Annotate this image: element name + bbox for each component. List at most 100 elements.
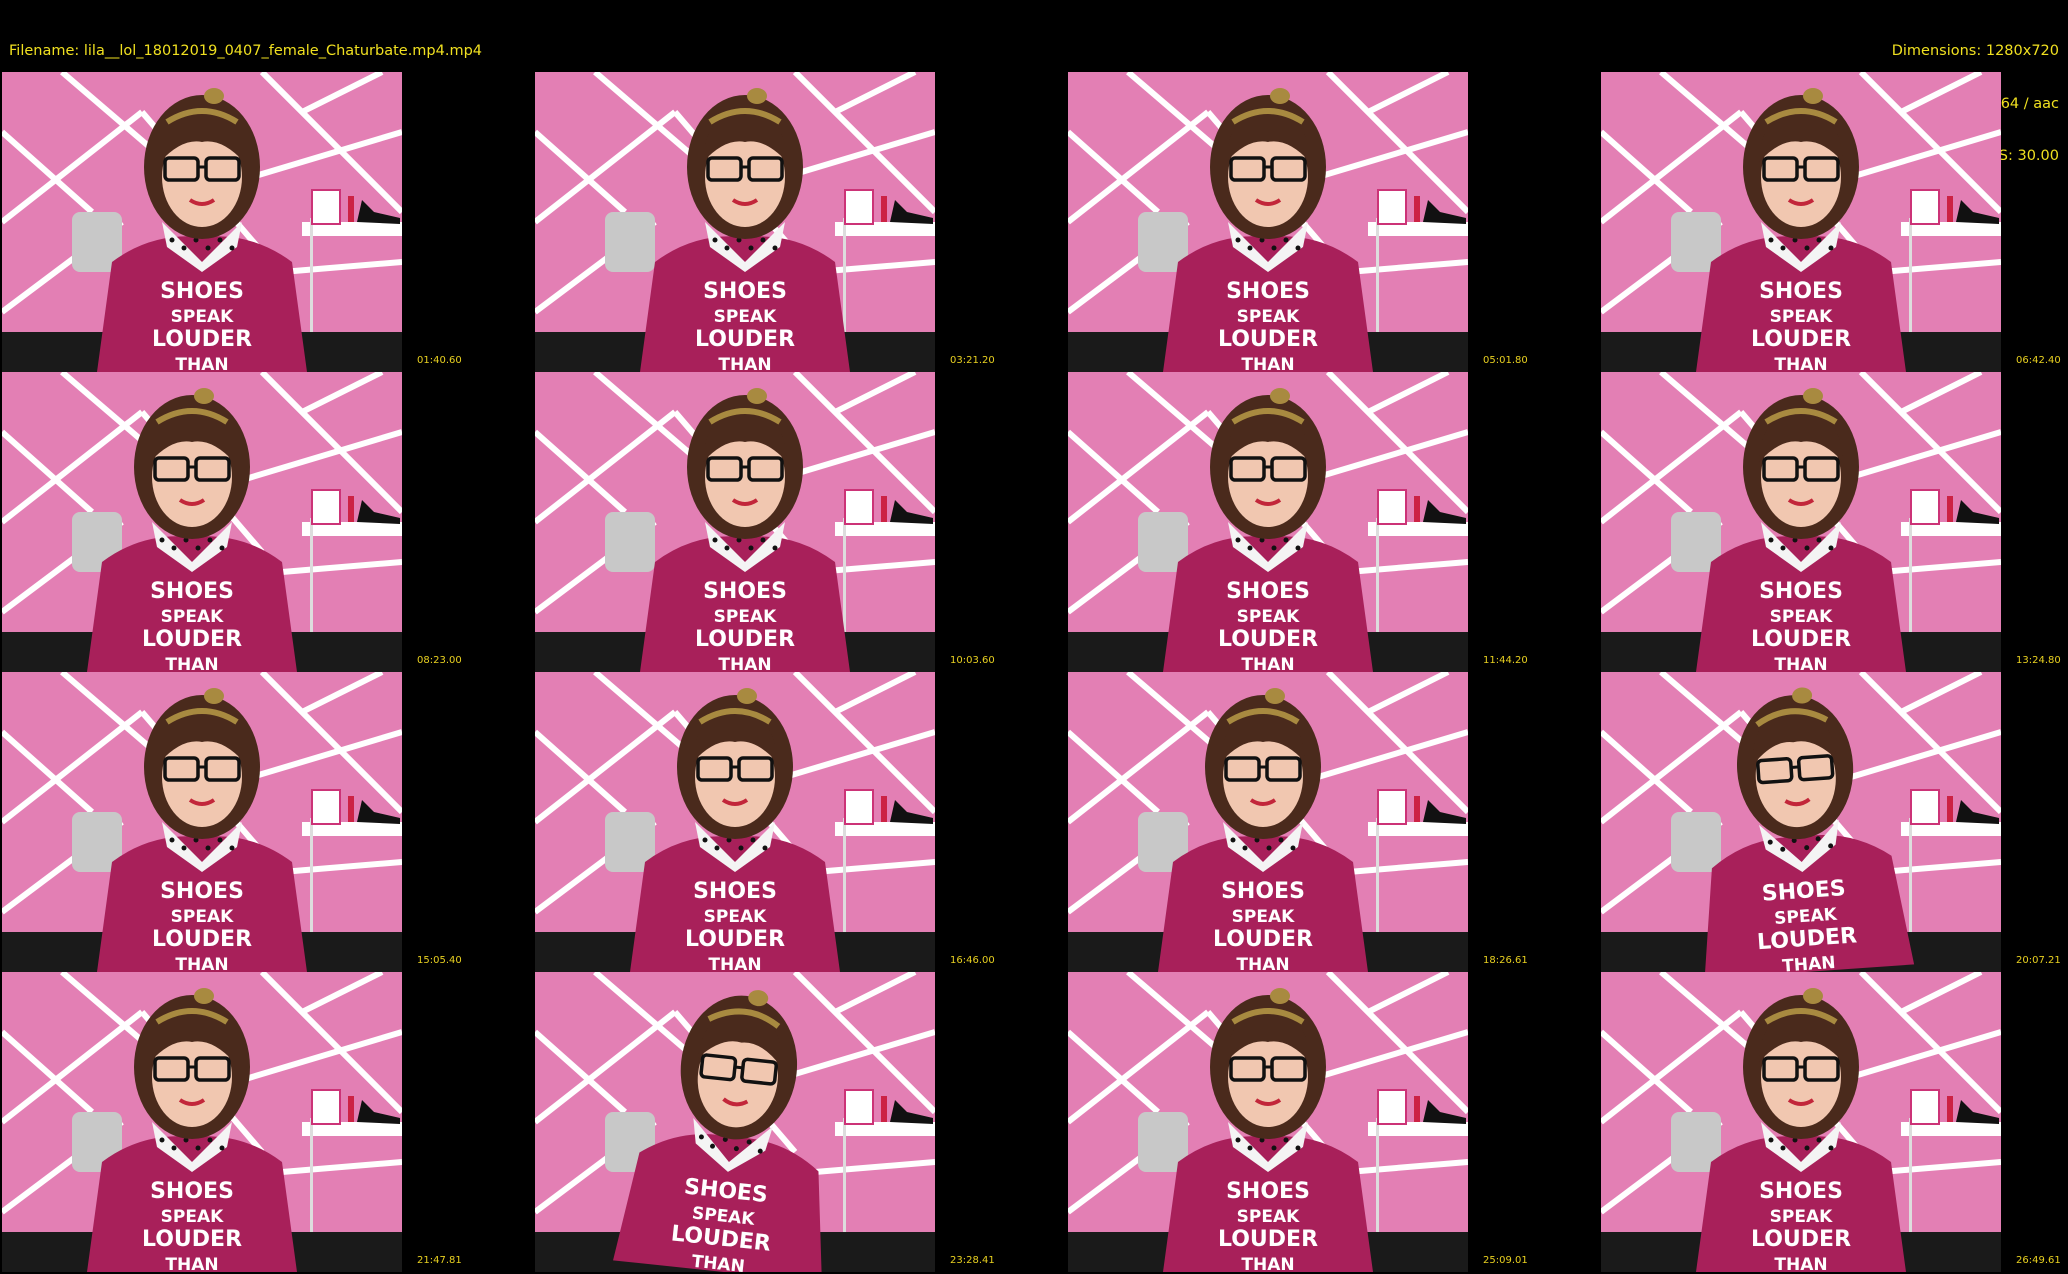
sweater-text-speak: SPEAK xyxy=(1232,907,1295,927)
video-frame-image: SHOESSPEAKLOUDERTHANWORDS xyxy=(2,72,402,372)
thumbnail-timestamp: 16:46.00 xyxy=(950,955,995,966)
sweater-text-louder: LOUDER xyxy=(1213,927,1313,952)
video-frame-image: SHOESSPEAKLOUDERTHANWORDS xyxy=(2,972,402,1272)
thumbnail-timestamp: 23:28.41 xyxy=(950,1255,995,1266)
sweater-text-speak: SPEAK xyxy=(161,607,224,627)
video-frame-image: SHOESSPEAKLOUDERTHANWORDS xyxy=(535,72,935,372)
thumbnail-cell: SHOESSPEAKLOUDERTHANWORDS05:01.80 xyxy=(1066,72,1599,372)
sweater-text-louder: LOUDER xyxy=(152,327,252,352)
sweater-text-shoes: SHOES xyxy=(1226,579,1310,604)
filename-line: Filename: lila__lol_18012019_0407_female… xyxy=(9,43,483,59)
video-frame-image: SHOESSPEAKLOUDERTHANWORDS xyxy=(2,372,402,672)
sweater-text-shoes: SHOES xyxy=(693,879,777,904)
sweater-text-than: THAN xyxy=(708,955,761,972)
thumbnail-timestamp: 13:24.80 xyxy=(2016,655,2061,666)
sweater-text-than: THAN xyxy=(718,655,771,672)
sweater-text-louder: LOUDER xyxy=(152,927,252,952)
thumbnail-cell: SHOESSPEAKLOUDERTHANWORDS15:05.40 xyxy=(0,672,533,972)
sweater-text-shoes: SHOES xyxy=(160,879,244,904)
sweater-text-speak: SPEAK xyxy=(1770,607,1833,627)
thumbnail-cell: SHOESSPEAKLOUDERTHANWORDS18:26.61 xyxy=(1066,672,1599,972)
sweater-text-shoes: SHOES xyxy=(1759,279,1843,304)
thumbnail-timestamp: 01:40.60 xyxy=(417,355,462,366)
dimensions-line: Dimensions: 1280x720 xyxy=(1891,43,2059,59)
sweater-text-speak: SPEAK xyxy=(1237,1207,1300,1227)
thumbnail-frame: SHOESSPEAKLOUDERTHANWORDS xyxy=(1068,972,1468,1272)
thumbnail-timestamp: 08:23.00 xyxy=(417,655,462,666)
sweater-text-shoes: SHOES xyxy=(150,1179,234,1204)
sweater-text-louder: LOUDER xyxy=(1218,627,1318,652)
thumbnail-frame: SHOESSPEAKLOUDERTHANWORDS xyxy=(1068,72,1468,372)
video-frame-image: SHOESSPEAKLOUDERTHANWORDS xyxy=(535,972,935,1272)
thumbnail-timestamp: 15:05.40 xyxy=(417,955,462,966)
thumbnail-timestamp: 10:03.60 xyxy=(950,655,995,666)
thumbnail-frame: SHOESSPEAKLOUDERTHANWORDS xyxy=(2,672,402,972)
sweater-text-speak: SPEAK xyxy=(161,1207,224,1227)
sweater-text-than: THAN xyxy=(165,1255,218,1272)
sweater-text-than: THAN xyxy=(1236,955,1289,972)
video-frame-image: SHOESSPEAKLOUDERTHANWORDS xyxy=(535,372,935,672)
thumbnail-frame: SHOESSPEAKLOUDERTHANWORDS xyxy=(535,672,935,972)
sweater-text-shoes: SHOES xyxy=(1759,579,1843,604)
sweater-text-than: THAN xyxy=(718,355,771,372)
sweater-text-louder: LOUDER xyxy=(142,1227,242,1252)
sweater-text-speak: SPEAK xyxy=(1237,307,1300,327)
sweater-text-louder: LOUDER xyxy=(142,627,242,652)
thumbnail-cell: SHOESSPEAKLOUDERTHANWORDS 10:03.60 xyxy=(533,372,1066,672)
thumbnail-timestamp: 03:21.20 xyxy=(950,355,995,366)
sweater-text-speak: SPEAK xyxy=(171,307,234,327)
video-frame-image: SHOESSPEAKLOUDERTHANWORDS xyxy=(1601,672,2001,972)
video-frame-image: SHOESSPEAKLOUDERTHANWORDS xyxy=(1068,972,1468,1272)
thumbnail-timestamp: 26:49.61 xyxy=(2016,1255,2061,1266)
sweater-text-louder: LOUDER xyxy=(695,327,795,352)
thumbnail-cell: SHOESSPEAKLOUDERTHANWORDS 23:28.41 xyxy=(533,972,1066,1272)
sweater-text-louder: LOUDER xyxy=(685,927,785,952)
sweater-text-speak: SPEAK xyxy=(704,907,767,927)
video-frame-image: SHOESSPEAKLOUDERTHANWORDS xyxy=(1068,672,1468,972)
video-frame-image: SHOESSPEAKLOUDERTHANWORDS xyxy=(2,672,402,972)
thumbnail-frame: SHOESSPEAKLOUDERTHANWORDS xyxy=(2,372,402,672)
thumbnail-frame: SHOESSPEAKLOUDERTHANWORDS xyxy=(2,72,402,372)
sweater-text-than: THAN xyxy=(165,655,218,672)
thumbnail-timestamp: 20:07.21 xyxy=(2016,955,2061,966)
sweater-text-shoes: SHOES xyxy=(703,579,787,604)
thumbnail-timestamp: 05:01.80 xyxy=(1483,355,1528,366)
sweater-text-louder: LOUDER xyxy=(1218,327,1318,352)
sweater-text-speak: SPEAK xyxy=(1237,607,1300,627)
sweater-text-louder: LOUDER xyxy=(1218,1227,1318,1252)
thumbnail-cell: SHOESSPEAKLOUDERTHANWORDS25:09.01 xyxy=(1066,972,1599,1272)
sweater-text-speak: SPEAK xyxy=(714,307,777,327)
thumbnail-frame: SHOESSPEAKLOUDERTHANWORDS xyxy=(1601,672,2001,972)
thumbnail-cell: SHOESSPEAKLOUDERTHANWORDS01:40.60 xyxy=(0,72,533,372)
sweater-text-than: THAN xyxy=(1782,953,1836,972)
thumbnail-frame: SHOESSPEAKLOUDERTHANWORDS xyxy=(1068,372,1468,672)
video-frame-image: SHOESSPEAKLOUDERTHANWORDS xyxy=(1068,372,1468,672)
sweater-text-than: THAN xyxy=(1241,1255,1294,1272)
thumbnail-cell: SHOESSPEAKLOUDERTHANWORDS26:49.61 xyxy=(1599,972,2068,1272)
thumbnail-timestamp: 18:26.61 xyxy=(1483,955,1528,966)
thumbnail-frame: SHOESSPEAKLOUDERTHANWORDS xyxy=(2,972,402,1272)
thumbnail-cell: SHOESSPEAKLOUDERTHANWORDS16:46.00 xyxy=(533,672,1066,972)
thumbnail-timestamp: 21:47.81 xyxy=(417,1255,462,1266)
sweater-text-louder: LOUDER xyxy=(1751,1227,1851,1252)
sweater-text-shoes: SHOES xyxy=(1226,279,1310,304)
sweater-text-shoes: SHOES xyxy=(1759,1179,1843,1204)
sweater-text-shoes: SHOES xyxy=(150,579,234,604)
thumbnail-cell: SHOESSPEAKLOUDERTHANWORDS06:42.40 xyxy=(1599,72,2068,372)
video-frame-image: SHOESSPEAKLOUDERTHANWORDS xyxy=(1068,72,1468,372)
thumbnail-cell: SHOESSPEAKLOUDERTHANWORDS 20:07.21 xyxy=(1599,672,2068,972)
sweater-text-shoes: SHOES xyxy=(160,279,244,304)
sweater-text-than: THAN xyxy=(1241,355,1294,372)
thumbnail-grid: SHOESSPEAKLOUDERTHANWORDS01:40.60SHOESSP… xyxy=(0,72,2068,1274)
thumbnail-frame: SHOESSPEAKLOUDERTHANWORDS xyxy=(1068,672,1468,972)
sweater-text-than: THAN xyxy=(1774,655,1827,672)
thumbnail-timestamp: 11:44.20 xyxy=(1483,655,1528,666)
sweater-text-louder: LOUDER xyxy=(1751,327,1851,352)
sweater-text-speak: SPEAK xyxy=(1770,307,1833,327)
thumbnail-cell: SHOESSPEAKLOUDERTHANWORDS13:24.80 xyxy=(1599,372,2068,672)
thumbnail-frame: SHOESSPEAKLOUDERTHANWORDS xyxy=(535,972,935,1272)
video-frame-image: SHOESSPEAKLOUDERTHANWORDS xyxy=(535,672,935,972)
sweater-text-shoes: SHOES xyxy=(1226,1179,1310,1204)
sweater-text-than: THAN xyxy=(175,955,228,972)
thumbnail-cell: SHOESSPEAKLOUDERTHANWORDS08:23.00 xyxy=(0,372,533,672)
